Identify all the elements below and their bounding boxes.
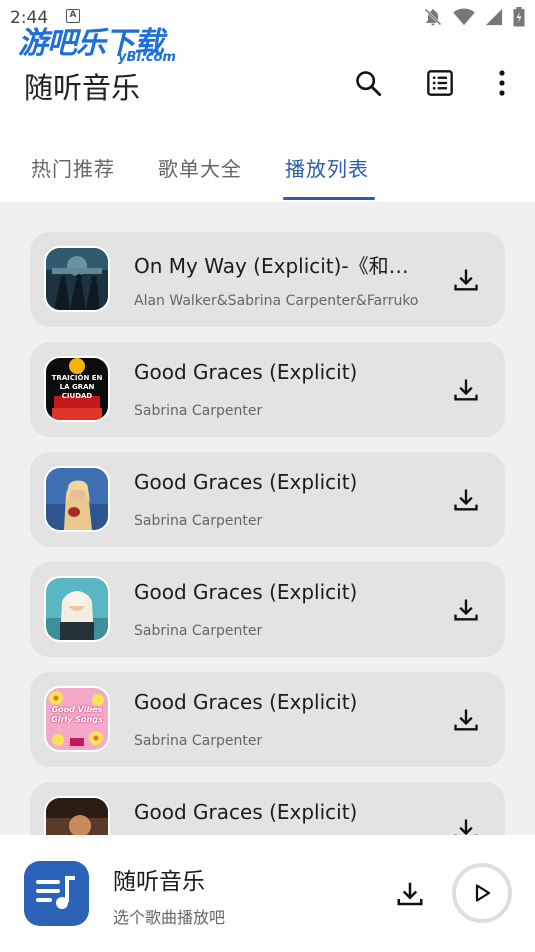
song-card[interactable]: On My Way (Explicit)-《和平精英》游戏主题曲 Alan Wa… xyxy=(30,232,505,327)
album-cover xyxy=(44,466,110,532)
list-icon xyxy=(427,70,453,96)
song-card[interactable]: Good Graces (Explicit) Sabrina Carpenter xyxy=(30,562,505,657)
download-icon xyxy=(454,819,478,835)
song-list[interactable]: On My Way (Explicit)-《和平精英》游戏主题曲 Alan Wa… xyxy=(0,202,535,835)
mini-player[interactable]: 随听音乐 选个歌曲播放吧 xyxy=(0,835,535,952)
more-button[interactable] xyxy=(486,67,518,99)
download-button[interactable] xyxy=(452,706,480,734)
player-cover xyxy=(24,861,89,926)
song-artist: Sabrina Carpenter xyxy=(134,733,263,749)
song-artist: Alan Walker&Sabrina Carpenter&Farruko xyxy=(134,293,419,309)
cover-text: Good Vibes Girly Songs xyxy=(51,705,103,724)
album-cover xyxy=(44,576,110,642)
play-button[interactable] xyxy=(452,863,512,923)
song-card[interactable]: Good Vibes Girly Songs Good Graces (Expl… xyxy=(30,672,505,767)
download-icon xyxy=(454,379,478,401)
song-title: Good Graces (Explicit) xyxy=(134,470,358,494)
playlist-button[interactable] xyxy=(424,67,456,99)
album-cover xyxy=(44,796,110,835)
tab-playlists[interactable]: 歌单大全 xyxy=(158,153,242,182)
search-icon xyxy=(356,71,382,97)
bell-off-icon xyxy=(423,7,443,27)
app-title: 随听音乐 xyxy=(24,71,141,105)
download-button[interactable] xyxy=(452,266,480,294)
download-icon xyxy=(454,269,478,291)
download-icon xyxy=(454,489,478,511)
download-icon xyxy=(454,709,478,731)
status-icons xyxy=(423,7,525,27)
tab-bar: 热门推荐 歌单大全 播放列表 xyxy=(0,140,535,202)
album-cover xyxy=(44,246,110,312)
song-title: Good Graces (Explicit) xyxy=(134,580,358,604)
signal-icon xyxy=(485,8,503,26)
download-button[interactable] xyxy=(452,486,480,514)
song-artist: Sabrina Carpenter xyxy=(134,403,263,419)
song-title: On My Way (Explicit)-《和平精英》游戏主题曲 xyxy=(134,254,414,278)
album-cover: TRAICIÓN EN LA GRAN CIUDAD xyxy=(44,356,110,422)
player-title: 随听音乐 xyxy=(113,869,205,895)
search-button[interactable] xyxy=(352,67,384,99)
album-cover: Good Vibes Girly Songs xyxy=(44,686,110,752)
download-icon xyxy=(454,599,478,621)
cover-text: TRAICIÓN EN LA GRAN CIUDAD xyxy=(51,374,103,400)
app-bar: 随听音乐 xyxy=(0,50,535,120)
song-card[interactable]: Good Graces (Explicit) xyxy=(30,782,505,835)
song-card[interactable]: Good Graces (Explicit) Sabrina Carpenter xyxy=(30,452,505,547)
tab-hot-recommend[interactable]: 热门推荐 xyxy=(31,153,115,182)
song-artist: Sabrina Carpenter xyxy=(134,513,263,529)
song-card[interactable]: TRAICIÓN EN LA GRAN CIUDAD Good Graces (… xyxy=(30,342,505,437)
player-download-button[interactable] xyxy=(395,879,425,909)
more-vert-icon xyxy=(499,70,505,96)
download-icon xyxy=(397,882,423,906)
download-button[interactable] xyxy=(452,816,480,835)
song-title: Good Graces (Explicit) xyxy=(134,800,358,824)
play-icon xyxy=(475,884,491,902)
song-title: Good Graces (Explicit) xyxy=(134,690,358,714)
tab-indicator xyxy=(283,197,375,200)
wifi-icon xyxy=(453,8,475,26)
download-button[interactable] xyxy=(452,376,480,404)
song-artist: Sabrina Carpenter xyxy=(134,623,263,639)
song-title: Good Graces (Explicit) xyxy=(134,360,358,384)
music-queue-icon xyxy=(35,875,75,909)
player-subtitle: 选个歌曲播放吧 xyxy=(113,908,226,927)
download-button[interactable] xyxy=(452,596,480,624)
tab-play-queue[interactable]: 播放列表 xyxy=(285,153,369,182)
battery-icon xyxy=(513,7,525,27)
